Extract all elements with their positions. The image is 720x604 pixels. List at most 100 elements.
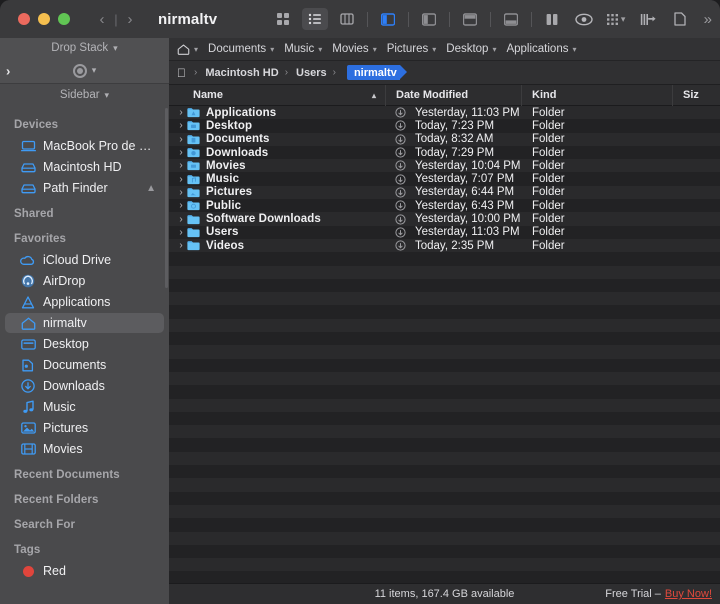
chevron-down-icon: ▾ bbox=[270, 44, 275, 54]
disclosure-triangle-icon[interactable]: › bbox=[175, 120, 187, 131]
sidebar-scroll-area[interactable]: Devices MacBook Pro de Nirmal Macintosh HD… bbox=[0, 106, 169, 604]
sidebar-item-airdrop[interactable]: AirDrop bbox=[5, 271, 164, 291]
column-header-name[interactable]: Name ▴ bbox=[169, 84, 386, 106]
table-row[interactable]: › Users Yesterday, 11:03 PM Folder bbox=[169, 225, 720, 239]
sidebar-item-label: MacBook Pro de Nirmal bbox=[43, 139, 156, 153]
sidebar-scrollbar[interactable] bbox=[165, 108, 168, 288]
preview-eye-icon[interactable] bbox=[571, 8, 597, 30]
cell-kind: Folder bbox=[532, 106, 565, 119]
harddisk-icon bbox=[20, 159, 36, 175]
path-button-applications[interactable]: Applications ▾ bbox=[506, 43, 576, 55]
disclosure-triangle-icon[interactable]: › bbox=[175, 240, 187, 251]
sidebar-item-desktop[interactable]: Desktop bbox=[5, 334, 164, 354]
empty-row bbox=[169, 478, 720, 492]
disclosure-triangle-icon[interactable]: › bbox=[175, 134, 187, 145]
table-row[interactable]: › Desktop Today, 7:23 PM Folder bbox=[169, 119, 720, 133]
path-button-desktop[interactable]: Desktop ▾ bbox=[446, 43, 496, 55]
path-button-documents[interactable]: Documents ▾ bbox=[208, 43, 274, 55]
breadcrumb-apple-root[interactable]: › bbox=[176, 67, 204, 79]
toolbar-overflow-button[interactable]: » bbox=[704, 11, 712, 28]
path-button-music[interactable]: Music ▾ bbox=[284, 43, 322, 55]
icon-view-button[interactable] bbox=[270, 8, 296, 30]
sidebar-item-macbook-pro-de-nirmal[interactable]: MacBook Pro de Nirmal bbox=[5, 136, 164, 156]
column-view-button[interactable] bbox=[334, 8, 360, 30]
disclosure-triangle-icon[interactable]: › bbox=[175, 160, 187, 171]
path-button-movies[interactable]: Movies ▾ bbox=[332, 43, 376, 55]
breadcrumb-item-macintosh-hd[interactable]: Macintosh HD › bbox=[204, 67, 295, 79]
toggle-bottom-pane-button[interactable] bbox=[498, 8, 524, 30]
toggle-right-pane-button[interactable] bbox=[416, 8, 442, 30]
disclosure-triangle-icon[interactable]: › bbox=[175, 174, 187, 185]
column-header-size[interactable]: Siz bbox=[673, 85, 720, 106]
table-row[interactable]: › Movies Yesterday, 10:04 PM Folder bbox=[169, 159, 720, 173]
toggle-left-pane-button[interactable] bbox=[375, 8, 401, 30]
column-header-kind[interactable]: Kind bbox=[522, 84, 673, 106]
toolbar-divider bbox=[530, 11, 532, 27]
sidebar-item-music[interactable]: Music bbox=[5, 397, 164, 417]
file-list[interactable]: › Applications Yesterday, 11:03 PM Folde… bbox=[169, 106, 720, 587]
disclosure-triangle-icon[interactable]: › bbox=[175, 107, 187, 118]
arrange-grid-button[interactable]: ▾ bbox=[603, 8, 629, 30]
back-button[interactable]: ‹ bbox=[92, 11, 112, 28]
sidebar-item-documents[interactable]: Documents bbox=[5, 355, 164, 375]
sidebar-item-nirmaltv[interactable]: nirmaltv bbox=[5, 313, 164, 333]
compare-folders-button[interactable] bbox=[635, 8, 661, 30]
eject-icon[interactable]: ▲ bbox=[146, 183, 156, 194]
table-row[interactable]: › Documents Today, 8:32 AM Folder bbox=[169, 132, 720, 146]
forward-button[interactable]: › bbox=[120, 11, 140, 28]
breadcrumb-item-nirmaltv[interactable]: nirmaltv bbox=[346, 65, 407, 80]
sidebar-item-path-finder[interactable]: Path Finder ▲ bbox=[5, 178, 164, 198]
empty-row bbox=[169, 491, 720, 505]
cell-date-modified: Today, 8:32 AM bbox=[386, 133, 522, 145]
buy-now-link[interactable]: Buy Now! bbox=[665, 588, 712, 600]
path-button-label: Applications bbox=[506, 43, 569, 55]
maximize-button[interactable] bbox=[58, 13, 70, 25]
file-name-label: Music bbox=[206, 173, 240, 186]
table-row[interactable]: › Applications Yesterday, 11:03 PM Folde… bbox=[169, 106, 720, 120]
table-row[interactable]: › Software Downloads Yesterday, 10:00 PM… bbox=[169, 212, 720, 226]
drop-stack-target-icon[interactable] bbox=[72, 63, 87, 78]
trial-label: Free Trial – bbox=[605, 588, 661, 600]
toggle-top-pane-button[interactable] bbox=[457, 8, 483, 30]
empty-row bbox=[169, 465, 720, 479]
sidebar-item-downloads[interactable]: Downloads bbox=[5, 376, 164, 396]
navigation-buttons: ‹ | › bbox=[92, 11, 140, 28]
sidebar-header[interactable]: Sidebar ▾ bbox=[0, 84, 169, 106]
table-row[interactable]: › Pictures Yesterday, 6:44 PM Folder bbox=[169, 185, 720, 200]
breadcrumb-item-users[interactable]: Users › bbox=[295, 67, 343, 79]
drop-stack-body[interactable]: › ▾ bbox=[0, 58, 169, 84]
sidebar-item-icloud-drive[interactable]: iCloud Drive bbox=[5, 250, 164, 270]
disclosure-triangle-icon[interactable]: › bbox=[175, 200, 187, 211]
folder-icon bbox=[187, 227, 200, 238]
table-row[interactable]: › Music Yesterday, 7:07 PM Folder bbox=[169, 172, 720, 186]
column-header-date[interactable]: Date Modified bbox=[386, 84, 522, 106]
table-row[interactable]: › Public Yesterday, 6:43 PM Folder bbox=[169, 199, 720, 213]
disclosure-triangle-icon[interactable]: › bbox=[175, 187, 187, 198]
disclosure-triangle-icon[interactable]: › bbox=[175, 227, 187, 238]
list-view-button[interactable] bbox=[301, 8, 328, 30]
folder-pictures-icon bbox=[187, 187, 200, 198]
cell-name: › Desktop bbox=[169, 120, 386, 132]
cell-kind: Folder bbox=[532, 226, 565, 239]
drop-stack-expand-icon[interactable]: › bbox=[6, 63, 10, 78]
sidebar-item-movies[interactable]: Movies bbox=[5, 439, 164, 459]
minimize-button[interactable] bbox=[38, 13, 50, 25]
dual-pane-button[interactable] bbox=[539, 8, 565, 30]
breadcrumb-separator: › bbox=[285, 67, 288, 78]
disclosure-triangle-icon[interactable]: › bbox=[175, 214, 187, 225]
drop-stack-header[interactable]: Drop Stack ▾ bbox=[0, 38, 169, 58]
new-document-button[interactable] bbox=[667, 8, 693, 30]
table-row[interactable]: › Downloads Today, 7:29 PM Folder bbox=[169, 145, 720, 160]
file-name-label: Pictures bbox=[206, 186, 253, 199]
sidebar-item-macintosh-hd[interactable]: Macintosh HD bbox=[5, 157, 164, 177]
path-home-button[interactable]: ▾ bbox=[177, 43, 198, 55]
path-button-pictures[interactable]: Pictures ▾ bbox=[387, 43, 437, 55]
disclosure-triangle-icon[interactable]: › bbox=[175, 147, 187, 158]
chevron-down-icon[interactable]: ▾ bbox=[92, 65, 97, 76]
sidebar-item-red[interactable]: Red bbox=[5, 561, 164, 581]
table-row[interactable]: › Videos Today, 2:35 PM Folder bbox=[169, 238, 720, 253]
sidebar-item-applications[interactable]: Applications bbox=[5, 292, 164, 312]
music-note-icon bbox=[20, 399, 36, 415]
sidebar-item-pictures[interactable]: Pictures bbox=[5, 418, 164, 438]
close-button[interactable] bbox=[18, 13, 30, 25]
